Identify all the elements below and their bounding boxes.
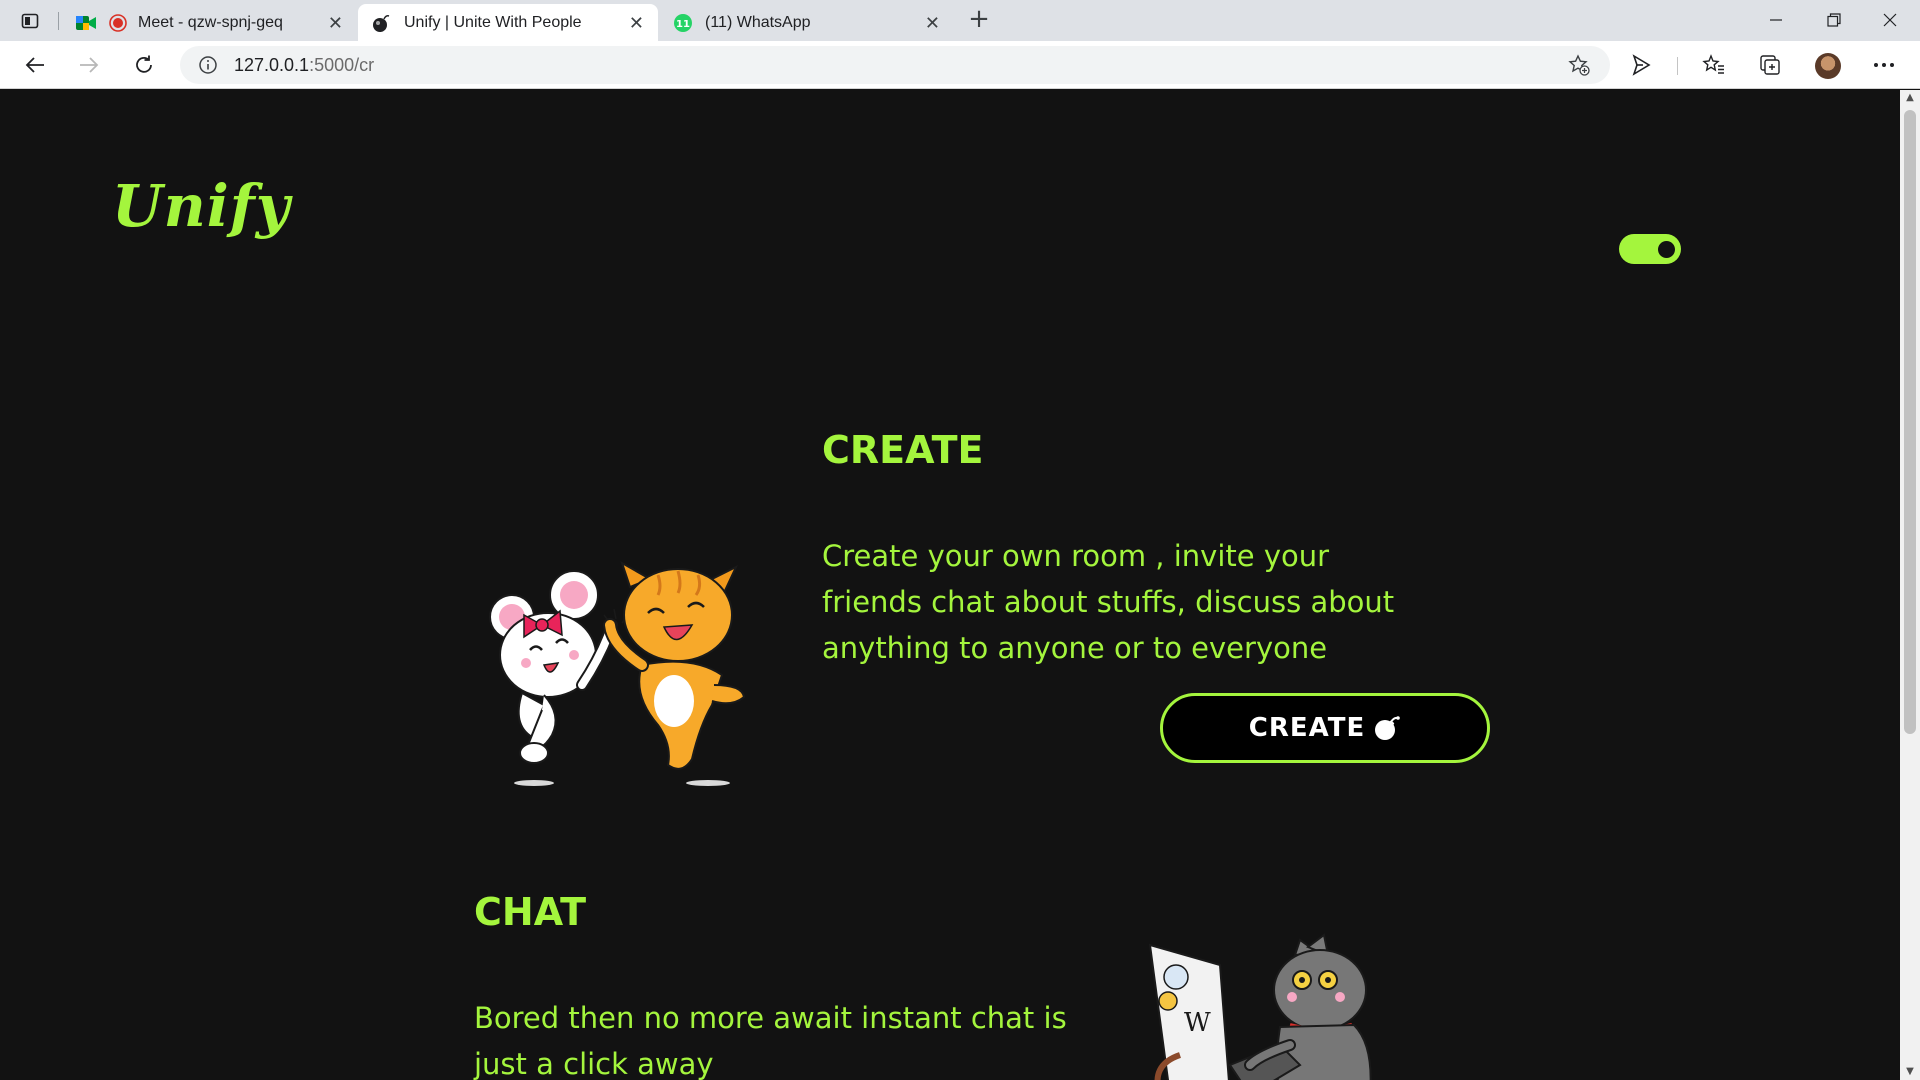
- forward-button[interactable]: [72, 48, 106, 82]
- collections-icon: [1760, 55, 1780, 75]
- restore-button[interactable]: [1806, 0, 1862, 40]
- url-host: 127.0.0.1: [234, 55, 310, 75]
- create-button-label: CREATE: [1248, 713, 1366, 743]
- page-content: Unify CREATE Create your own room , invi…: [0, 90, 1900, 1080]
- close-tab-icon[interactable]: ✕: [629, 13, 644, 34]
- minimize-icon: [1770, 19, 1782, 21]
- reload-button[interactable]: [127, 48, 161, 82]
- restore-icon: [1827, 13, 1841, 27]
- friends-high-five-illustration: [489, 560, 746, 786]
- close-tab-icon[interactable]: ✕: [328, 13, 343, 34]
- favorites-button[interactable]: [1701, 52, 1727, 78]
- reload-icon: [136, 55, 152, 73]
- whatsapp-icon: 11: [673, 13, 693, 33]
- create-heading: CREATE: [822, 428, 984, 472]
- chat-description: Bored then no more await instant chat is…: [474, 1001, 1067, 1080]
- wikipedia-sticker: W: [1184, 1008, 1211, 1038]
- chat-heading: CHAT: [474, 890, 587, 934]
- tab-title: Unify | Unite With People: [404, 13, 582, 31]
- scroll-down-icon[interactable]: ▼: [1904, 1066, 1916, 1078]
- create-description: Create your own room , invite your frien…: [822, 539, 1395, 665]
- tab-unify[interactable]: Unify | Unite With People ✕: [358, 4, 658, 41]
- theme-toggle[interactable]: [1619, 234, 1681, 264]
- recording-icon: [108, 13, 128, 33]
- tab-actions-icon: [21, 13, 39, 29]
- url-text: 127.0.0.1:5000/cr: [234, 55, 374, 76]
- scroll-up-icon[interactable]: ▲: [1904, 92, 1916, 104]
- send-button[interactable]: [1628, 52, 1654, 78]
- add-favorite-icon[interactable]: [1568, 54, 1590, 76]
- tab-title: Meet - qzw-spnj-geq: [138, 13, 283, 31]
- page-scrollbar[interactable]: ▲ ▼: [1900, 90, 1920, 1080]
- site-logo[interactable]: Unify: [112, 172, 290, 240]
- tab-title: (11) WhatsApp: [705, 13, 811, 31]
- close-window-button[interactable]: [1862, 0, 1918, 40]
- collections-button[interactable]: [1757, 52, 1783, 78]
- forward-arrow-icon: [80, 57, 99, 73]
- site-info-icon[interactable]: [198, 55, 218, 75]
- minimize-button[interactable]: [1748, 0, 1804, 40]
- tab-badge: 11: [676, 19, 690, 30]
- address-bar[interactable]: 127.0.0.1:5000/cr: [180, 46, 1610, 84]
- tab-whatsapp[interactable]: 11 (11) WhatsApp ✕: [659, 4, 954, 41]
- bomb-icon: [1375, 716, 1401, 740]
- tab-meet[interactable]: Meet - qzw-spnj-geq ✕: [62, 4, 357, 41]
- toggle-knob: [1658, 241, 1675, 258]
- tab-strip: Meet - qzw-spnj-geq ✕ Unify | Unite With…: [0, 0, 1920, 41]
- new-tab-button[interactable]: +: [965, 6, 993, 34]
- close-tab-icon[interactable]: ✕: [925, 13, 940, 34]
- tab-separator: [58, 12, 59, 30]
- google-meet-icon: [76, 13, 96, 33]
- scrollbar-thumb[interactable]: [1904, 110, 1916, 734]
- settings-more-button[interactable]: [1871, 52, 1897, 78]
- browser-toolbar: 127.0.0.1:5000/cr: [0, 41, 1920, 89]
- close-icon: [1883, 13, 1897, 27]
- profile-avatar[interactable]: [1815, 53, 1841, 79]
- favorites-icon: [1702, 54, 1724, 74]
- tab-actions-button[interactable]: [12, 8, 48, 34]
- cat-laptop-illustration: W: [1148, 933, 1372, 1080]
- back-arrow-icon: [25, 57, 44, 73]
- send-icon: [1632, 54, 1651, 76]
- url-path: :5000/cr: [309, 55, 375, 75]
- bomb-icon: [372, 13, 392, 33]
- more-options-icon: [1874, 63, 1894, 67]
- back-button[interactable]: [18, 48, 52, 82]
- toolbar-separator: [1677, 57, 1678, 75]
- create-room-button[interactable]: CREATE: [1160, 693, 1490, 763]
